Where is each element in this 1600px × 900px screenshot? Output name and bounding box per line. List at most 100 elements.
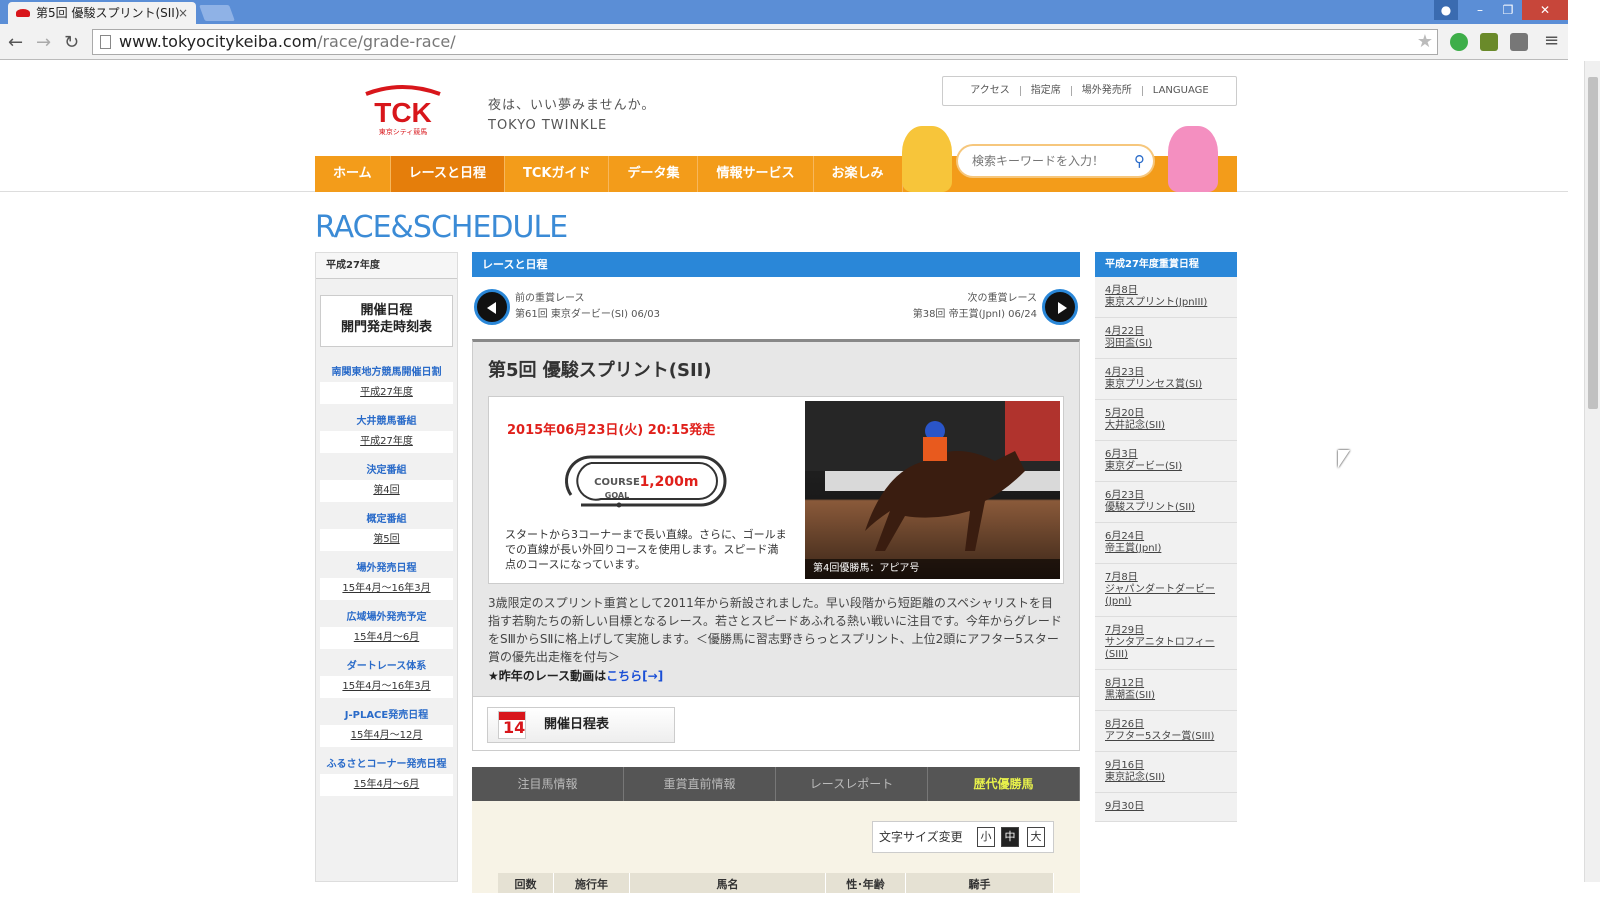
search-icon[interactable]: ⚲ — [1134, 152, 1145, 170]
list-item[interactable]: 9月16日 東京記念(SII) — [1095, 752, 1237, 793]
font-size-control: 文字サイズ変更 小 中 大 — [872, 821, 1054, 853]
prev-next-nav: 前の重賞レース 第61回 東京ダービー(SI) 06/03 次の重賞レース 第3… — [472, 277, 1080, 339]
sidebar-group-title: 決定番組 — [366, 465, 407, 476]
list-item[interactable]: 8月12日 黒潮盃(SII) — [1095, 670, 1237, 711]
tck-logo[interactable]: TCK 東京シティ競馬 — [362, 84, 444, 138]
font-medium-button[interactable]: 中 — [1001, 827, 1019, 847]
list-item[interactable]: 6月23日 優駿スプリント(SII) — [1095, 482, 1237, 523]
list-item[interactable]: 4月22日 羽田盃(SI) — [1095, 318, 1237, 359]
prev-race-arrow-icon[interactable] — [474, 289, 510, 325]
list-item[interactable]: 5月20日 大井記念(SII) — [1095, 400, 1237, 441]
restore-icon[interactable]: ❐ — [1494, 0, 1522, 20]
next-race-name: 第38回 帝王賞(JpnI) 06/24 — [912, 309, 1037, 320]
sidebar-group: 概定番組 第5回 — [316, 510, 457, 551]
nav-fun[interactable]: お楽しみ — [814, 156, 903, 192]
sidebar-group-link[interactable]: 15年4月～6月 — [320, 627, 453, 649]
svg-text:COURSE: COURSE — [594, 477, 640, 488]
tab-featured-horses[interactable]: 注目馬情報 — [472, 767, 624, 801]
tagline-jp: 夜は、いい夢みませんか。 — [488, 98, 656, 113]
forward-icon[interactable]: → — [36, 32, 51, 53]
prev-race-info[interactable]: 前の重賞レース 第61回 東京ダービー(SI) 06/03 — [515, 291, 660, 323]
course-description: スタートから3コーナーまで長い直線。さらに、ゴールまでの直線が長い外回りコースを… — [505, 528, 787, 571]
grade-schedule-list: 4月8日 東京スプリント(JpnIII) 4月22日 羽田盃(SI) 4月23日 東京… — [1095, 277, 1237, 822]
sidebar-group-title: J-PLACE発売日程 — [344, 710, 429, 721]
list-item[interactable]: 4月8日 東京スプリント(JpnIII) — [1095, 277, 1237, 318]
right-sidebar: 平成27年度重賞日程 4月8日 東京スプリント(JpnIII) 4月22日 羽田盃(… — [1095, 252, 1237, 822]
race-card: 2015年06月23日(火) 20:15発走 COURSE GOAL 1,200… — [488, 396, 1064, 584]
extension-calendar-icon[interactable] — [1480, 33, 1498, 51]
list-item[interactable]: 8月26日 アフター5スター賞(SIII) — [1095, 711, 1237, 752]
sidebar-group-link[interactable]: 15年4月～6月 — [320, 774, 453, 796]
prev-race-name: 第61回 東京ダービー(SI) 06/03 — [515, 309, 660, 320]
calendar-button[interactable]: 14 開催日程表 — [487, 707, 675, 743]
video-link[interactable]: こちら[→] — [606, 669, 663, 683]
photo-caption: 第4回優勝馬：アピア号 — [805, 559, 1060, 579]
sidebar-group-link[interactable]: 第4回 — [320, 480, 453, 502]
sidebar-group-link[interactable]: 平成27年度 — [320, 382, 453, 404]
tab-past-winners[interactable]: 歴代優勝馬 — [928, 767, 1080, 801]
sidebar-group-link[interactable]: 15年4月～16年3月 — [320, 578, 453, 600]
svg-text:1,200m: 1,200m — [640, 474, 699, 490]
tab-close-icon[interactable]: × — [178, 2, 188, 24]
schedule-btn-line2: 開門発走時刻表 — [340, 320, 432, 335]
reload-icon[interactable]: ↻ — [64, 32, 79, 53]
menu-icon[interactable]: ≡ — [1544, 30, 1559, 51]
sidebar-group-link[interactable]: 第5回 — [320, 529, 453, 551]
list-item[interactable]: 4月23日 東京プリンセス賞(SI) — [1095, 359, 1237, 400]
tab-race-report[interactable]: レースレポート — [776, 767, 928, 801]
mouse-cursor-icon — [1338, 450, 1350, 468]
extension-green-icon[interactable] — [1450, 33, 1468, 51]
close-window-icon[interactable]: ✕ — [1522, 0, 1568, 20]
browser-tab-active[interactable]: 第5回 優駿スプリント(SII) × — [8, 2, 196, 24]
top-link-seats[interactable]: 指定席 — [1021, 86, 1072, 96]
list-item[interactable]: 6月24日 帝王賞(JpnI) — [1095, 523, 1237, 564]
col-year: 施行年 — [554, 873, 630, 893]
nav-race-schedule[interactable]: レースと日程 — [390, 156, 505, 192]
next-race-arrow-icon[interactable] — [1042, 289, 1078, 325]
back-icon[interactable]: ← — [8, 32, 23, 53]
page-scrollbar[interactable] — [1584, 61, 1600, 882]
sidebar-group-link[interactable]: 15年4月～16年3月 — [320, 676, 453, 698]
tab-pre-race-info[interactable]: 重賞直前情報 — [624, 767, 776, 801]
new-tab-button[interactable] — [199, 5, 235, 21]
col-sex-age: 性･年齢 — [826, 873, 906, 893]
bookmark-star-icon[interactable]: ★ — [1417, 30, 1433, 54]
search-input[interactable] — [972, 146, 1127, 176]
nav-tck-guide[interactable]: TCKガイド — [505, 156, 610, 192]
calendar-button-label: 開催日程表 — [544, 717, 610, 732]
sidebar-group-link[interactable]: 15年4月～12月 — [320, 725, 453, 747]
top-link-access[interactable]: アクセス — [960, 86, 1021, 96]
video-prefix: ★昨年のレース動画は — [488, 669, 607, 683]
scrollbar-thumb[interactable] — [1588, 77, 1598, 409]
next-race-info[interactable]: 次の重賞レース 第38回 帝王賞(JpnI) 06/24 — [913, 291, 1037, 323]
list-item[interactable]: 7月8日 ジャパンダートダービー(JpnI) — [1095, 564, 1237, 617]
mascot-horse-icon — [902, 126, 952, 192]
page-title: RACE&SCHEDULE — [315, 210, 568, 245]
list-item[interactable]: 6月3日 東京ダービー(SI) — [1095, 441, 1237, 482]
next-race-label: 次の重賞レース — [967, 293, 1038, 304]
nav-data[interactable]: データ集 — [609, 156, 699, 192]
svg-text:東京シティ競馬: 東京シティ競馬 — [379, 127, 428, 136]
list-item[interactable]: 9月30日 — [1095, 793, 1237, 822]
sidebar-group: 場外発売日程 15年4月～16年3月 — [316, 559, 457, 600]
sidebar-group: 決定番組第4回 — [316, 461, 457, 502]
top-link-offsite[interactable]: 場外発売所 — [1072, 86, 1143, 96]
nav-home[interactable]: ホーム — [315, 156, 391, 192]
section-title-bar: レースと日程 — [472, 252, 1080, 277]
top-link-language[interactable]: LANGUAGE — [1143, 86, 1219, 96]
minimize-icon[interactable]: – — [1466, 0, 1494, 20]
user-profile-icon[interactable]: ● — [1434, 0, 1458, 20]
sidebar-group: 南関東地方競馬開催日割 平成27年度 — [316, 363, 457, 404]
list-item[interactable]: 7月29日 サンタアニタトロフィー(SIII) — [1095, 617, 1237, 670]
nav-info-service[interactable]: 情報サービス — [698, 156, 814, 192]
sidebar-group-title: 大井競馬番組 — [356, 416, 417, 427]
sidebar-year: 平成27年度 — [316, 253, 457, 279]
font-large-button[interactable]: 大 — [1027, 827, 1045, 847]
video-line: ★昨年のレース動画はこちら[→] — [488, 667, 1064, 684]
col-round: 回数 — [498, 873, 554, 893]
sidebar-group-link[interactable]: 平成27年度 — [320, 431, 453, 453]
extension-rocket-icon[interactable] — [1510, 33, 1528, 51]
schedule-timetable-button[interactable]: 開催日程 開門発走時刻表 — [320, 295, 453, 347]
address-bar[interactable]: www.tokyocitykeiba.com/race/grade-race/ … — [92, 29, 1438, 55]
font-small-button[interactable]: 小 — [977, 827, 995, 847]
